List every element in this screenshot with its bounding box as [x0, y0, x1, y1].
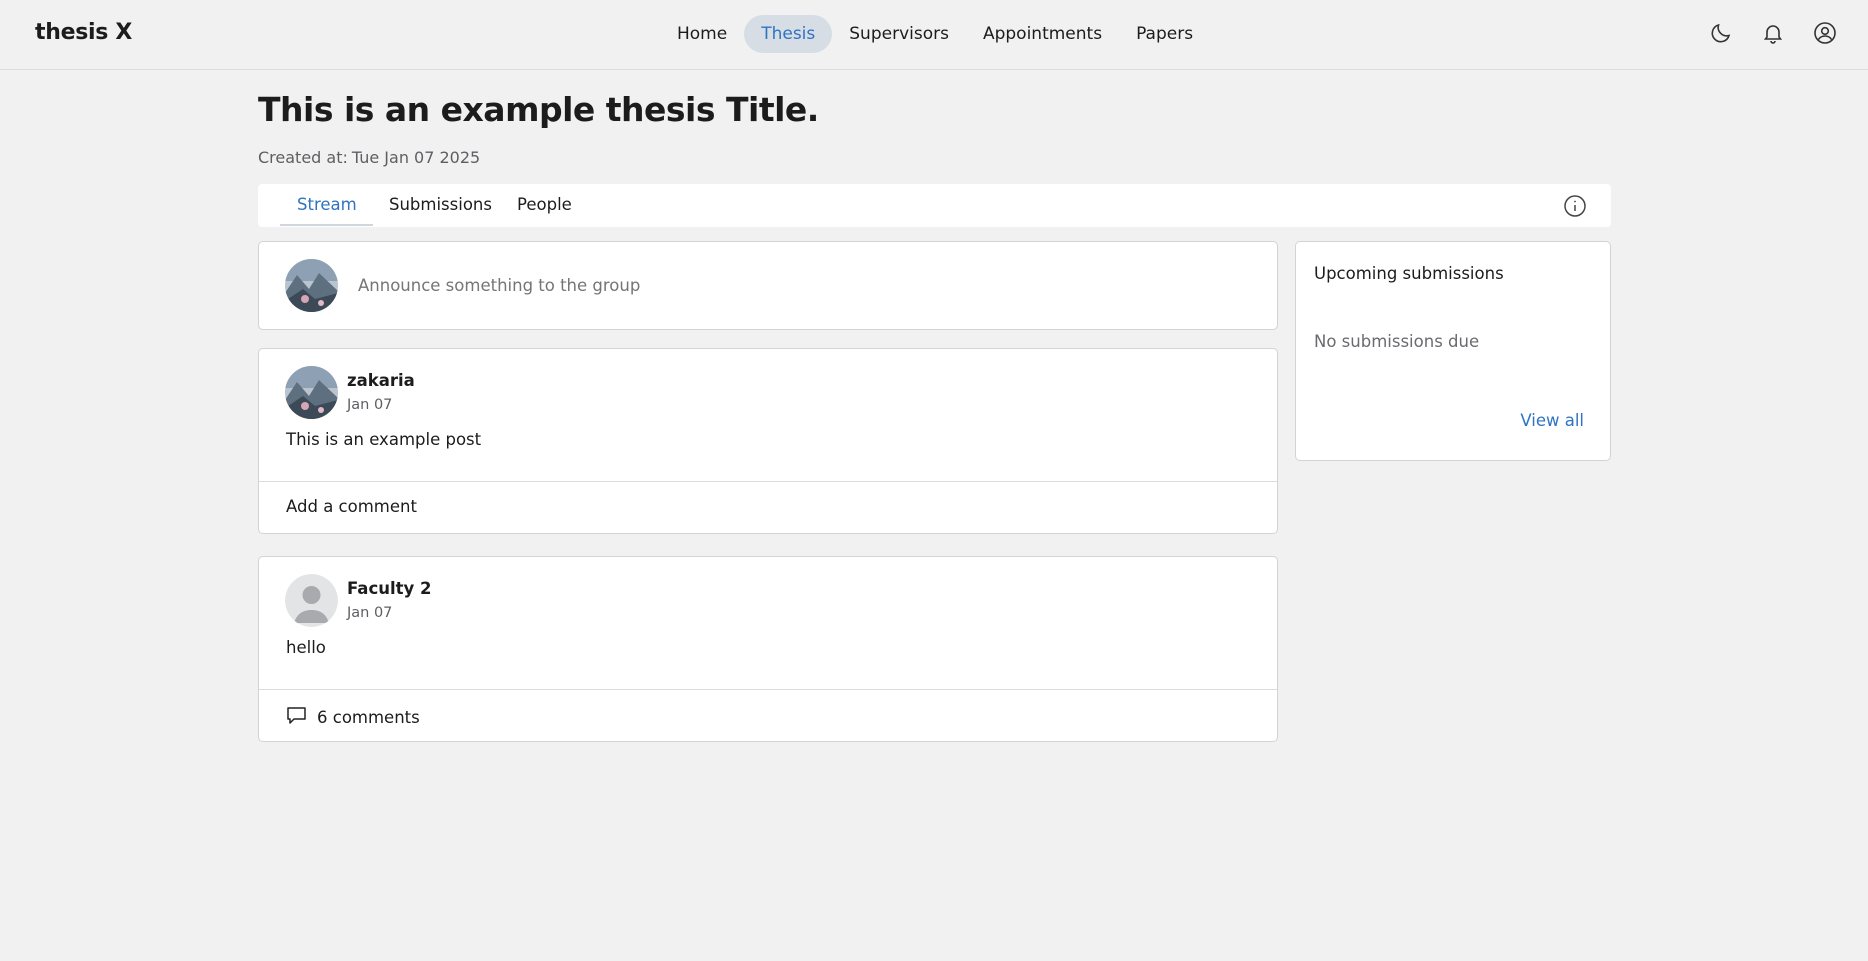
post-body: hello: [286, 638, 326, 657]
nav-thesis[interactable]: Thesis: [744, 15, 833, 53]
post-divider: [259, 689, 1277, 690]
add-comment-label: Add a comment: [286, 497, 417, 516]
upcoming-submissions-panel: Upcoming submissions No submissions due …: [1295, 241, 1611, 461]
created-label: Created at:: [258, 148, 348, 167]
thesis-tabs: Stream Submissions People: [258, 184, 1611, 227]
tab-people[interactable]: People: [517, 195, 572, 214]
account-icon[interactable]: [1812, 20, 1838, 46]
post-date: Jan 07: [347, 605, 393, 621]
nav-appointments[interactable]: Appointments: [966, 15, 1119, 53]
add-comment-button[interactable]: Add a comment: [286, 497, 417, 516]
view-all-link[interactable]: View all: [1520, 411, 1584, 430]
post-author[interactable]: Faculty 2: [347, 579, 432, 598]
post-card: Faculty 2 Jan 07 hello 6 comments: [258, 556, 1278, 742]
created-value: Tue Jan 07 2025: [351, 148, 481, 167]
author-avatar: [285, 366, 338, 419]
post-card: zakaria Jan 07 This is an example post A…: [258, 348, 1278, 534]
nav-papers[interactable]: Papers: [1119, 15, 1210, 53]
comment-icon: [286, 705, 307, 729]
moon-icon[interactable]: [1708, 20, 1734, 46]
info-icon[interactable]: [1563, 194, 1587, 218]
post-divider: [259, 481, 1277, 482]
panel-title: Upcoming submissions: [1314, 264, 1504, 283]
author-avatar: [285, 574, 338, 627]
post-author[interactable]: zakaria: [347, 371, 415, 390]
nav-supervisors[interactable]: Supervisors: [832, 15, 966, 53]
page-title: This is an example thesis Title.: [258, 90, 819, 129]
brand-logo[interactable]: thesis X: [35, 20, 132, 45]
post-body: This is an example post: [286, 430, 482, 449]
comments-count-label: 6 comments: [317, 707, 420, 727]
comments-button[interactable]: 6 comments: [286, 705, 420, 729]
empty-state-text: No submissions due: [1314, 332, 1480, 351]
announce-input[interactable]: [356, 275, 1160, 296]
announce-box[interactable]: [258, 241, 1278, 330]
tab-stream[interactable]: Stream: [297, 195, 357, 214]
tab-submissions[interactable]: Submissions: [389, 195, 492, 214]
post-date: Jan 07: [347, 397, 393, 413]
nav-home[interactable]: Home: [660, 15, 744, 53]
main-nav: Home Thesis Supervisors Appointments Pap…: [660, 15, 1210, 53]
created-at: Created at: Tue Jan 07 2025: [258, 148, 480, 167]
active-tab-indicator: [280, 224, 373, 226]
bell-icon[interactable]: [1760, 20, 1786, 46]
top-navbar: thesis X Home Thesis Supervisors Appoint…: [0, 0, 1868, 70]
top-icons: [1708, 20, 1838, 46]
user-avatar: [285, 259, 338, 312]
